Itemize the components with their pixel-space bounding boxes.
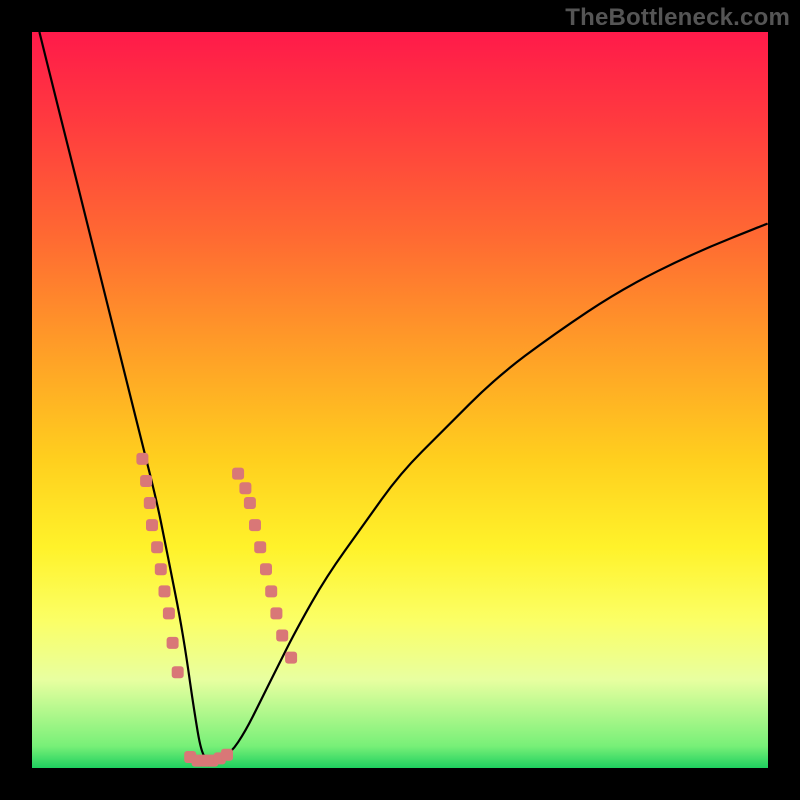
data-marker — [232, 468, 244, 480]
data-marker — [285, 652, 297, 664]
bottleneck-curve — [39, 32, 768, 761]
data-marker — [270, 607, 282, 619]
data-marker — [136, 453, 148, 465]
marker-group — [136, 453, 297, 767]
watermark-text: TheBottleneck.com — [565, 4, 790, 32]
data-marker — [239, 482, 251, 494]
data-marker — [221, 749, 233, 761]
data-marker — [254, 541, 266, 553]
data-marker — [163, 607, 175, 619]
curve-svg — [32, 32, 768, 768]
data-marker — [244, 497, 256, 509]
data-marker — [140, 475, 152, 487]
data-marker — [172, 666, 184, 678]
chart-frame: TheBottleneck.com — [0, 0, 800, 800]
plot-area — [32, 32, 768, 768]
data-marker — [144, 497, 156, 509]
data-marker — [260, 563, 272, 575]
data-marker — [249, 519, 261, 531]
data-marker — [167, 637, 179, 649]
data-marker — [159, 585, 171, 597]
data-marker — [151, 541, 163, 553]
data-marker — [146, 519, 158, 531]
data-marker — [276, 630, 288, 642]
data-marker — [265, 585, 277, 597]
data-marker — [155, 563, 167, 575]
